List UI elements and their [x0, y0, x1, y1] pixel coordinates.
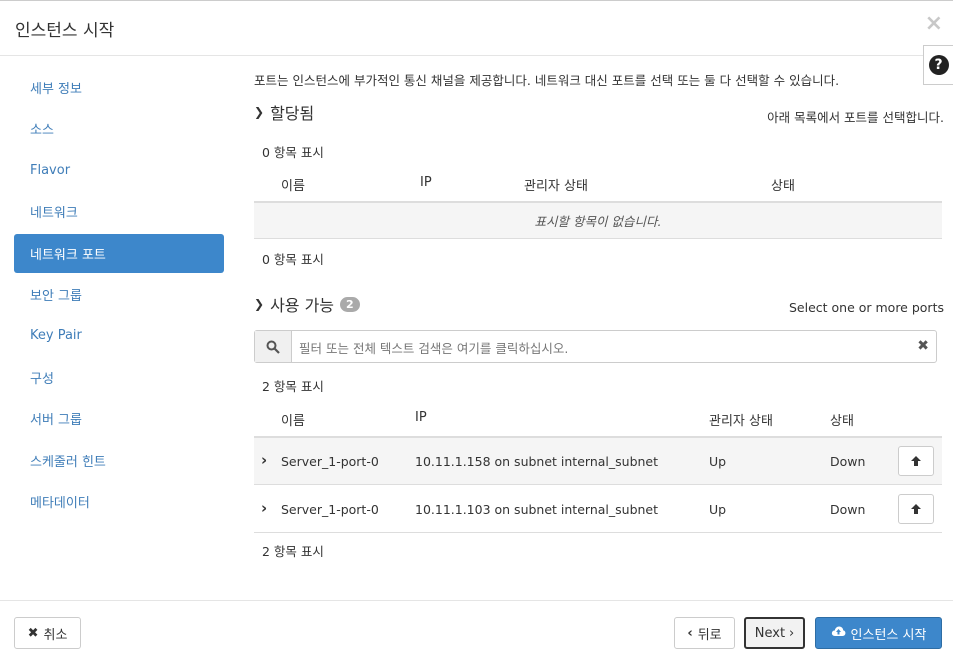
available-count-top: 2 항목 표시: [262, 379, 324, 394]
port-name: Server_1-port-0: [281, 502, 379, 517]
next-button[interactable]: Next ›: [744, 617, 805, 649]
col-ip[interactable]: IP: [420, 175, 432, 190]
port-name: Server_1-port-0: [281, 454, 379, 469]
allocated-table-header: 이름 IP 관리자 상태 상태: [254, 163, 942, 203]
wizard-sidebar: 세부 정보 소스 Flavor 네트워크 네트워크 포트 보안 그룹 Key P…: [14, 68, 224, 523]
help-button[interactable]: ?: [923, 45, 953, 85]
back-button[interactable]: ‹ 뒤로: [674, 617, 735, 649]
allocate-button[interactable]: [898, 446, 934, 476]
available-count-badge: 2: [340, 296, 360, 312]
table-row: › Server_1-port-0 10.11.1.158 on subnet …: [254, 438, 942, 485]
allocated-count-top: 0 항목 표시: [262, 145, 324, 160]
port-status: Down: [830, 454, 866, 469]
available-help: Select one or more ports: [788, 300, 944, 315]
port-ip: 10.11.1.103 on subnet internal_subnet: [415, 502, 659, 517]
port-ip: 10.11.1.158 on subnet internal_subnet: [415, 454, 659, 469]
col-status[interactable]: 상태: [830, 410, 854, 429]
cloud-upload-icon: [831, 625, 846, 641]
modal-header: 인스턴스 시작 ×: [0, 0, 953, 56]
question-icon: ?: [928, 55, 949, 75]
col-ip[interactable]: IP: [415, 410, 427, 425]
port-admin-state: Up: [709, 454, 727, 469]
available-title: 사용 가능: [270, 296, 335, 315]
arrow-up-icon: [911, 504, 921, 514]
table-row: › Server_1-port-0 10.11.1.103 on subnet …: [254, 486, 942, 533]
chevron-right-icon[interactable]: ›: [261, 451, 267, 469]
search-input[interactable]: 필터 또는 전체 텍스트 검색은 여기를 클릭하십시오.: [299, 338, 568, 357]
chevron-down-icon: ❯: [254, 105, 265, 119]
chevron-right-icon[interactable]: ›: [261, 499, 267, 517]
nav-item-scheduler-hints[interactable]: 스케줄러 힌트: [14, 441, 224, 480]
launch-instance-button[interactable]: 인스턴스 시작: [815, 617, 942, 649]
search-icon: [255, 331, 292, 362]
modal-title: 인스턴스 시작: [15, 21, 115, 41]
empty-message: 표시할 항목이 없습니다.: [254, 203, 942, 239]
available-count-bottom: 2 항목 표시: [262, 544, 324, 559]
arrow-up-icon: [911, 456, 921, 466]
nav-item-configuration[interactable]: 구성: [14, 358, 224, 397]
search-box[interactable]: 필터 또는 전체 텍스트 검색은 여기를 클릭하십시오. ✖: [254, 330, 937, 363]
port-status: Down: [830, 502, 866, 517]
allocated-toggle[interactable]: ❯ 할당됨: [254, 100, 314, 124]
cancel-button[interactable]: ✖ 취소: [14, 617, 81, 649]
col-admin-state[interactable]: 관리자 상태: [709, 410, 773, 429]
close-icon: ✖: [27, 625, 39, 641]
col-admin-state[interactable]: 관리자 상태: [524, 175, 588, 194]
col-status[interactable]: 상태: [771, 175, 795, 194]
nav-item-metadata[interactable]: 메타데이터: [14, 482, 224, 521]
col-name[interactable]: 이름: [281, 410, 305, 429]
clear-icon[interactable]: ✖: [917, 338, 929, 354]
nav-item-security-groups[interactable]: 보안 그룹: [14, 275, 224, 314]
nav-item-key-pair[interactable]: Key Pair: [14, 316, 224, 355]
chevron-left-icon: ‹: [687, 625, 693, 641]
port-admin-state: Up: [709, 502, 727, 517]
allocated-title: 할당됨: [270, 104, 315, 123]
nav-item-source[interactable]: 소스: [14, 109, 224, 148]
nav-item-network[interactable]: 네트워크: [14, 192, 224, 231]
nav-item-network-ports[interactable]: 네트워크 포트: [14, 233, 224, 273]
chevron-right-icon: ›: [789, 625, 795, 641]
allocate-button[interactable]: [898, 494, 934, 524]
allocated-help: 아래 목록에서 포트를 선택합니다.: [767, 110, 944, 125]
chevron-down-icon: ❯: [254, 297, 265, 311]
modal-footer: ✖ 취소 ‹ 뒤로 Next › 인스턴스 시작: [0, 600, 953, 656]
available-toggle[interactable]: ❯ 사용 가능 2: [254, 292, 360, 316]
allocated-count-bottom: 0 항목 표시: [262, 252, 324, 267]
nav-item-server-groups[interactable]: 서버 그룹: [14, 399, 224, 438]
intro-text: 포트는 인스턴스에 부가적인 통신 채널을 제공합니다. 네트워크 대신 포트를…: [254, 73, 840, 88]
nav-item-details[interactable]: 세부 정보: [14, 68, 224, 107]
close-icon[interactable]: ×: [925, 11, 943, 36]
col-name[interactable]: 이름: [281, 175, 305, 194]
available-table-header: 이름 IP 관리자 상태 상태: [254, 398, 942, 438]
nav-item-flavor[interactable]: Flavor: [14, 151, 224, 190]
